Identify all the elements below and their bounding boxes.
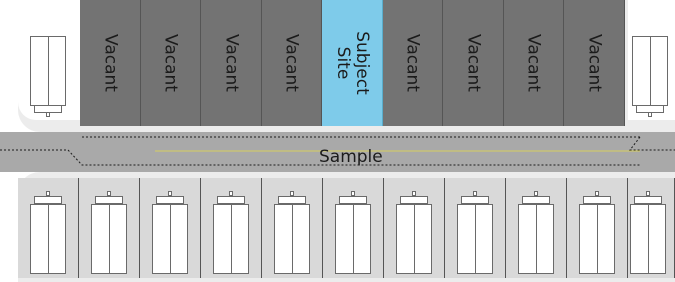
- dwelling-icon: [457, 204, 493, 274]
- dwelling-icon: [632, 36, 668, 106]
- dwelling-knob-icon: [412, 191, 416, 196]
- subject-site-lot: Subject Site: [322, 0, 383, 126]
- site-plan: Vacant Vacant Vacant Vacant Subject Site Vaca…: [0, 0, 675, 282]
- dwelling-icon: [630, 204, 666, 274]
- dwelling-knob-icon: [290, 191, 294, 196]
- dwelling-tab-icon: [278, 196, 306, 204]
- dwelling-tab-icon: [634, 196, 662, 204]
- lot-label: Vacant: [221, 34, 242, 92]
- vacant-lot: Vacant: [564, 0, 625, 126]
- lot-label: Vacant: [523, 34, 544, 92]
- lot-label: Vacant: [160, 34, 181, 92]
- dwelling-icon: [396, 204, 432, 274]
- dwelling-knob-icon: [473, 191, 477, 196]
- dwelling-knob-icon: [46, 112, 50, 117]
- dwelling-knob-icon: [229, 191, 233, 196]
- dwelling-tab-icon: [400, 196, 428, 204]
- dwelling-knob-icon: [107, 191, 111, 196]
- vacant-lot: Vacant: [140, 0, 201, 126]
- dwelling-tab-icon: [461, 196, 489, 204]
- dwelling-icon: [30, 36, 66, 106]
- road-label: Sample: [319, 147, 383, 167]
- dwelling-icon: [213, 204, 249, 274]
- lot-label: Subject Site: [332, 31, 372, 95]
- dwelling-icon: [152, 204, 188, 274]
- vacant-lot: Vacant: [261, 0, 322, 126]
- dwelling-tab-icon: [34, 196, 62, 204]
- dwelling-tab-icon: [156, 196, 184, 204]
- lot-label: Vacant: [100, 34, 121, 92]
- dwelling-knob-icon: [351, 191, 355, 196]
- dwelling-icon: [274, 204, 310, 274]
- dwelling-tab-icon: [95, 196, 123, 204]
- dwelling-tab-icon: [522, 196, 550, 204]
- vacant-lot: Vacant: [443, 0, 504, 126]
- lot-label: Vacant: [402, 34, 423, 92]
- lot-label: Vacant: [281, 34, 302, 92]
- vacant-lot: Vacant: [201, 0, 262, 126]
- dwelling-knob-icon: [646, 191, 650, 196]
- dwelling-tab-icon: [339, 196, 367, 204]
- lot-label: Vacant: [463, 34, 484, 92]
- lot-label: Vacant: [584, 34, 605, 92]
- dwelling-icon: [30, 204, 66, 274]
- dwelling-knob-icon: [648, 112, 652, 117]
- dwelling-tab-icon: [583, 196, 611, 204]
- dwelling-icon: [91, 204, 127, 274]
- dwelling-icon: [579, 204, 615, 274]
- dwelling-tab-icon: [217, 196, 245, 204]
- dwelling-icon: [335, 204, 371, 274]
- dwelling-knob-icon: [46, 191, 50, 196]
- dwelling-knob-icon: [168, 191, 172, 196]
- vacant-lot: Vacant: [382, 0, 443, 126]
- dwelling-knob-icon: [595, 191, 599, 196]
- dwelling-icon: [518, 204, 554, 274]
- dwelling-knob-icon: [534, 191, 538, 196]
- vacant-lot: Vacant: [503, 0, 564, 126]
- vacant-lot: Vacant: [80, 0, 141, 126]
